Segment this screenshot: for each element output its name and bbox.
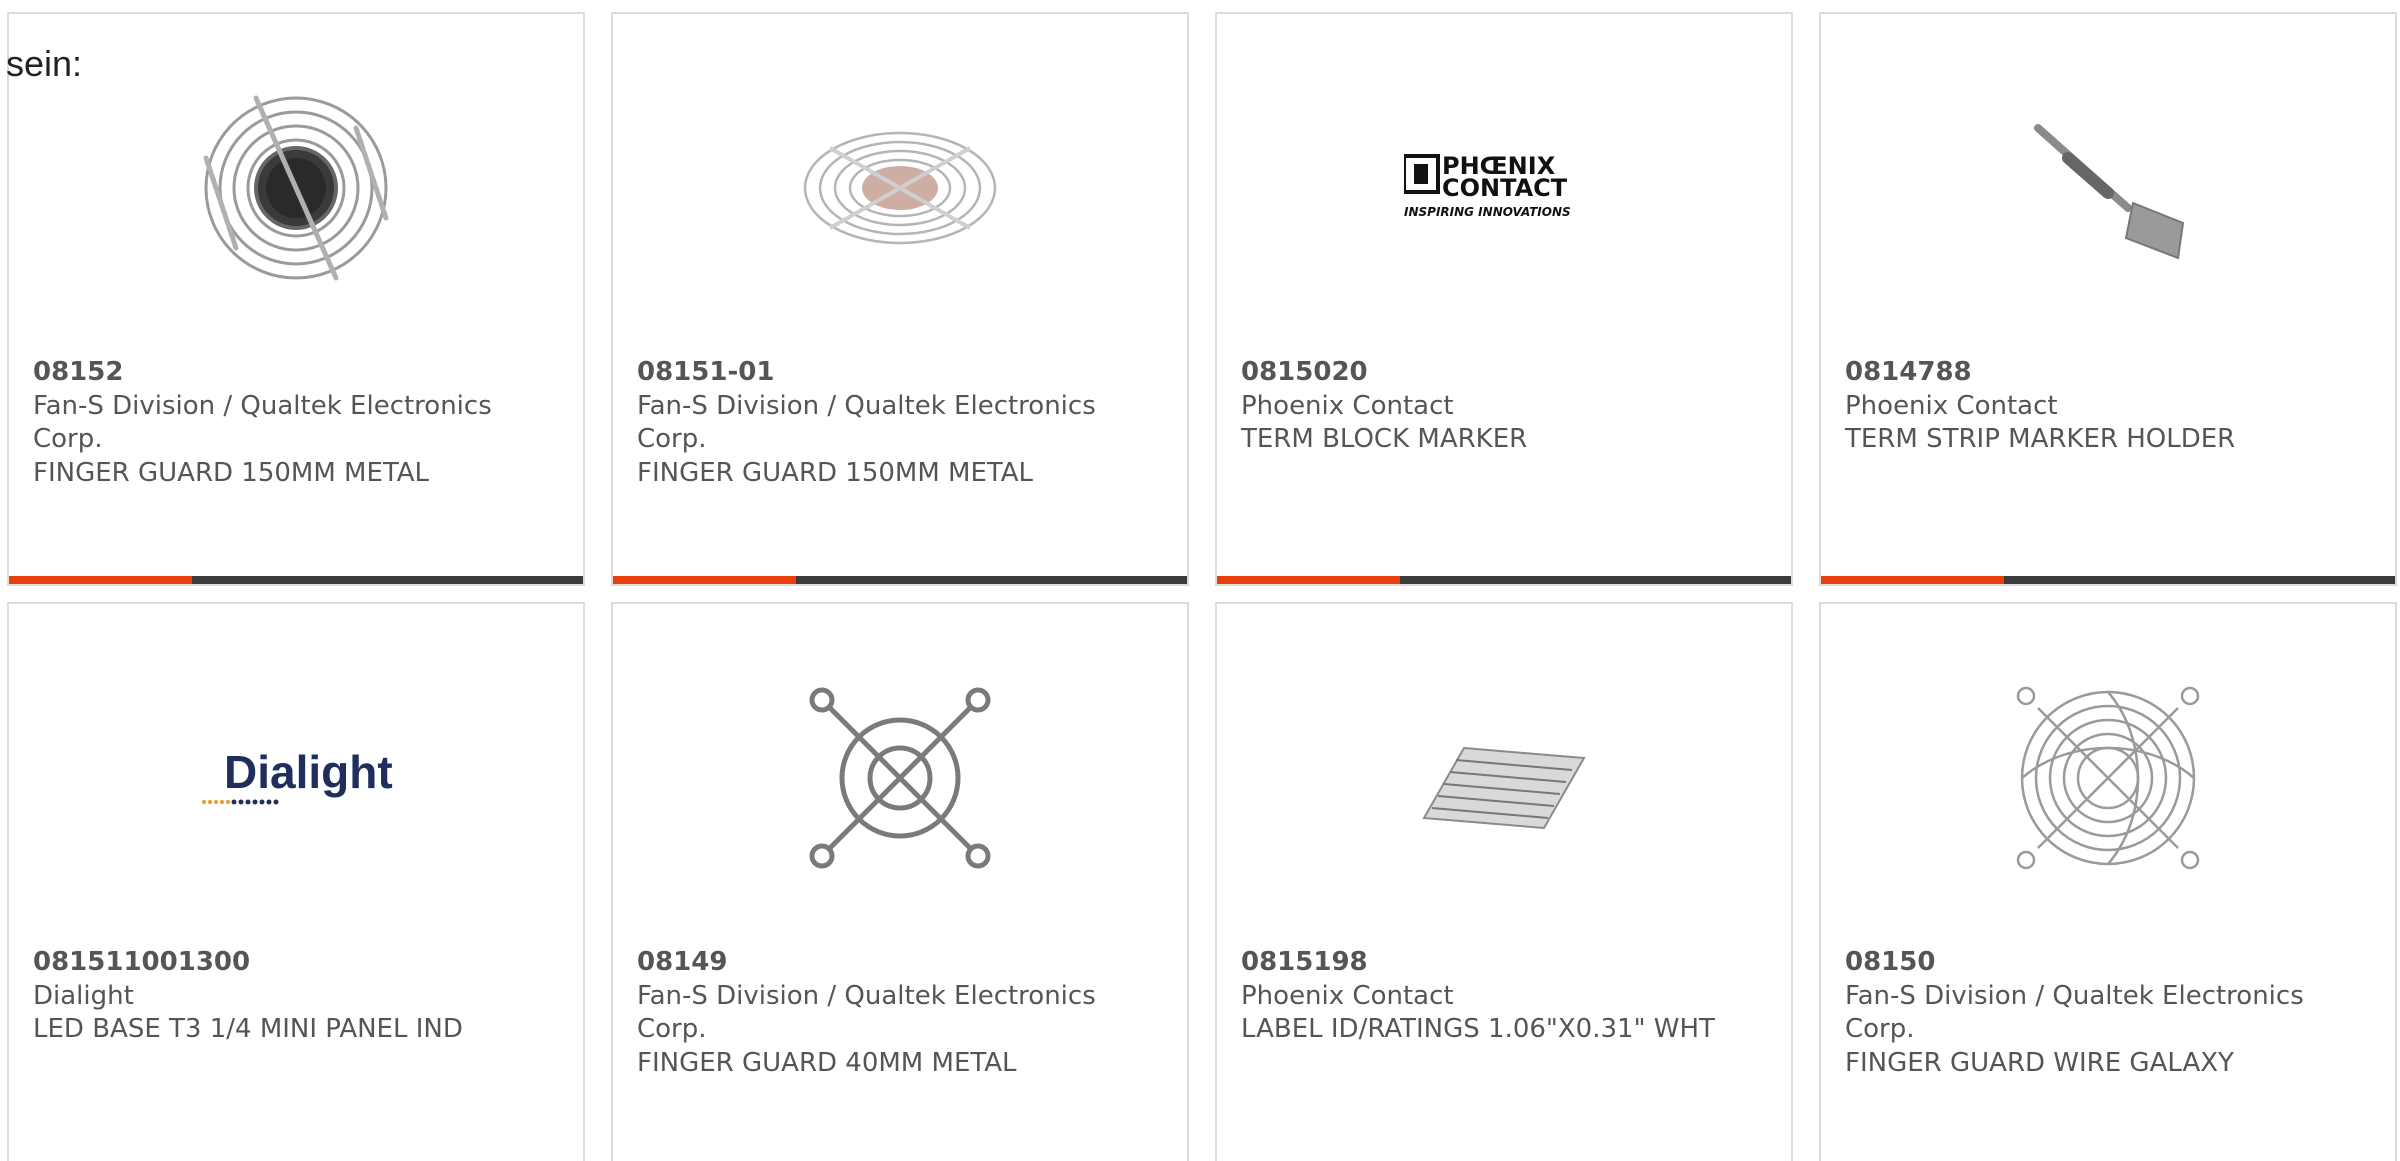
- card-accent-bar: [613, 576, 1187, 584]
- product-grid-page: sein: 08152 Fan-S Division / Qualtek Ele…: [0, 0, 2400, 1161]
- marker-holder-image[interactable]: [2008, 88, 2208, 288]
- label-sheet-image[interactable]: [1404, 678, 1604, 878]
- manufacturer: Phoenix Contact: [1845, 390, 2058, 421]
- product-info: 0815020 Phoenix Contact TERM BLOCK MARKE…: [1241, 356, 1771, 457]
- manufacturer: Fan-S Division / Qualtek Electronics Cor…: [1845, 980, 2304, 1045]
- svg-text:CONTACT: CONTACT: [1442, 174, 1568, 202]
- description: FINGER GUARD WIRE GALAXY: [1845, 1047, 2234, 1078]
- intro-text: sein:: [6, 43, 83, 84]
- product-card[interactable]: 08150 Fan-S Division / Qualtek Electroni…: [1819, 602, 2397, 1161]
- card-accent-bar: [1821, 576, 2395, 584]
- manufacturer: Dialight: [33, 980, 134, 1011]
- accent-highlight: [1821, 576, 2004, 584]
- manufacturer: Fan-S Division / Qualtek Electronics Cor…: [33, 390, 492, 455]
- product-card[interactable]: PHŒNIX CONTACT INSPIRING INNOVATIONS 081…: [1215, 12, 1793, 586]
- dialight-logo[interactable]: Dialight: [196, 678, 396, 878]
- manufacturer: Fan-S Division / Qualtek Electronics Cor…: [637, 390, 1096, 455]
- part-number[interactable]: 0815198: [1241, 946, 1771, 980]
- product-card[interactable]: Dialight 081511001300 Dialight LED BASE …: [7, 602, 585, 1161]
- fan-guard-oval-image[interactable]: [800, 88, 1000, 288]
- card-accent-bar: [1217, 576, 1791, 584]
- accent-highlight: [9, 576, 192, 584]
- product-info: 081511001300 Dialight LED BASE T3 1/4 MI…: [33, 946, 563, 1047]
- description: FINGER GUARD 150MM METAL: [637, 457, 1034, 488]
- manufacturer: Phoenix Contact: [1241, 980, 1454, 1011]
- svg-text:INSPIRING INNOVATIONS: INSPIRING INNOVATIONS: [1404, 205, 1571, 219]
- product-info: 0814788 Phoenix Contact TERM STRIP MARKE…: [1845, 356, 2375, 457]
- description: FINGER GUARD 150MM METAL: [33, 457, 430, 488]
- accent-highlight: [613, 576, 796, 584]
- phoenix-contact-logo[interactable]: PHŒNIX CONTACT INSPIRING INNOVATIONS: [1404, 88, 1604, 288]
- description: TERM BLOCK MARKER: [1241, 424, 1528, 454]
- product-card[interactable]: 08151-01 Fan-S Division / Qualtek Electr…: [611, 12, 1189, 586]
- product-info: 08151-01 Fan-S Division / Qualtek Electr…: [637, 356, 1167, 490]
- part-number[interactable]: 08152: [33, 356, 563, 390]
- product-card[interactable]: 0815198 Phoenix Contact LABEL ID/RATINGS…: [1215, 602, 1793, 1161]
- description: LED BASE T3 1/4 MINI PANEL IND: [33, 1014, 463, 1044]
- svg-text:Dialight: Dialight: [224, 746, 393, 798]
- product-info: 08150 Fan-S Division / Qualtek Electroni…: [1845, 946, 2375, 1080]
- product-info: 0815198 Phoenix Contact LABEL ID/RATINGS…: [1241, 946, 1771, 1047]
- product-card[interactable]: 08152 Fan-S Division / Qualtek Electroni…: [7, 12, 585, 586]
- product-card[interactable]: 08149 Fan-S Division / Qualtek Electroni…: [611, 602, 1189, 1161]
- part-number[interactable]: 08151-01: [637, 356, 1167, 390]
- fan-guard-round-image[interactable]: [196, 88, 396, 288]
- manufacturer: Fan-S Division / Qualtek Electronics Cor…: [637, 980, 1096, 1045]
- product-card[interactable]: 0814788 Phoenix Contact TERM STRIP MARKE…: [1819, 12, 2397, 586]
- fan-guard-galaxy-image[interactable]: [2008, 678, 2208, 878]
- part-number[interactable]: 0814788: [1845, 356, 2375, 390]
- card-accent-bar: [9, 576, 583, 584]
- part-number[interactable]: 0815020: [1241, 356, 1771, 390]
- description: TERM STRIP MARKER HOLDER: [1845, 424, 2236, 454]
- manufacturer: Phoenix Contact: [1241, 390, 1454, 421]
- description: FINGER GUARD 40MM METAL: [637, 1047, 1017, 1078]
- part-number[interactable]: 081511001300: [33, 946, 563, 980]
- part-number[interactable]: 08150: [1845, 946, 2375, 980]
- fan-guard-small-image[interactable]: [800, 678, 1000, 878]
- description: LABEL ID/RATINGS 1.06"X0.31" WHT: [1241, 1014, 1715, 1044]
- product-info: 08149 Fan-S Division / Qualtek Electroni…: [637, 946, 1167, 1080]
- part-number[interactable]: 08149: [637, 946, 1167, 980]
- accent-highlight: [1217, 576, 1400, 584]
- product-info: 08152 Fan-S Division / Qualtek Electroni…: [33, 356, 563, 490]
